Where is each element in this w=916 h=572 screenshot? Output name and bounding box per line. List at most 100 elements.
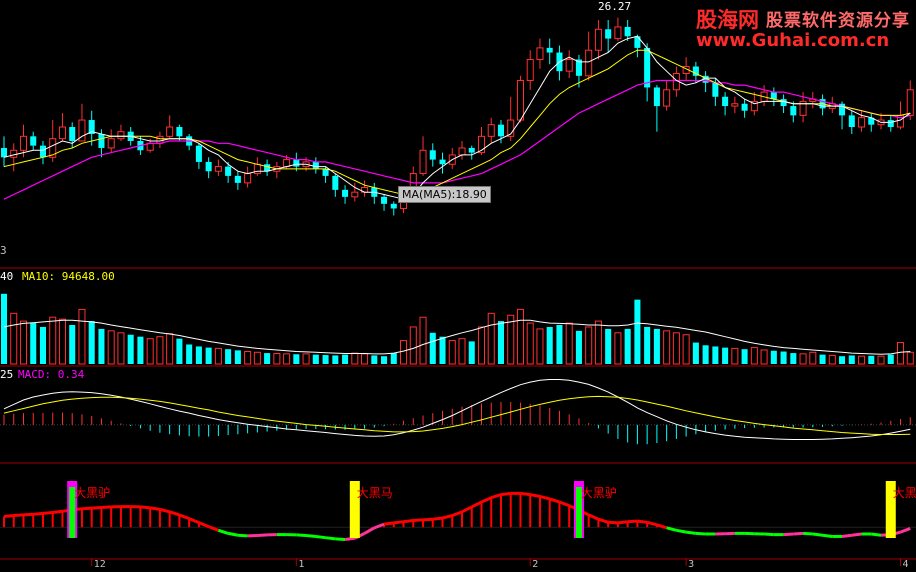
volume-bar xyxy=(225,349,232,364)
volume-bar xyxy=(858,355,866,365)
macd-left-label: 25 xyxy=(0,368,14,381)
candle-body xyxy=(351,191,359,198)
candle-body xyxy=(322,168,329,176)
candle-body xyxy=(19,135,28,151)
indicator-curve-segment xyxy=(325,536,336,541)
volume-bar xyxy=(799,353,807,365)
volume-bar xyxy=(156,336,164,365)
indicator-curve-segment xyxy=(480,496,492,504)
volume-bar xyxy=(819,354,826,364)
indicator-curve-segment xyxy=(91,506,102,510)
candle-body xyxy=(458,147,466,156)
indicator-curve-segment xyxy=(296,533,307,538)
candle-body xyxy=(312,161,319,169)
volume-bar xyxy=(409,326,417,365)
candle-body xyxy=(526,59,534,81)
volume-bar xyxy=(624,328,631,364)
volume-bar xyxy=(556,325,563,364)
indicator-curve-segment xyxy=(432,516,443,521)
indicator-curve-segment xyxy=(783,532,794,537)
candle-body xyxy=(58,126,66,140)
volume-bar xyxy=(10,312,18,365)
indicator-curve-segment xyxy=(315,534,326,540)
volume-bar xyxy=(653,328,660,364)
candle-body xyxy=(214,166,222,172)
indicator-curve-segment xyxy=(451,510,463,517)
volume-bar xyxy=(176,338,183,364)
indicator-curve-segment xyxy=(363,526,376,535)
indicator-curve-segment xyxy=(871,532,882,537)
volume-bar xyxy=(536,328,544,365)
volume-bar xyxy=(107,330,115,365)
volume-bar xyxy=(312,354,319,364)
candle-body xyxy=(332,175,339,190)
ma10-line xyxy=(3,49,911,195)
candle-body xyxy=(39,145,46,158)
ma-tooltip: MA(MA5):18.90 xyxy=(398,186,491,203)
indicator-curve-segment xyxy=(169,510,180,517)
indicator-curve-segment xyxy=(608,520,619,525)
indicator-curve-segment xyxy=(403,518,414,524)
volume-bar xyxy=(293,354,300,364)
candle-body xyxy=(117,131,125,140)
volume-bar xyxy=(0,293,8,364)
volume-bar xyxy=(672,332,680,365)
candle-body xyxy=(176,127,183,137)
volume-bar xyxy=(19,320,28,365)
candle-body xyxy=(858,117,866,128)
volume-bar xyxy=(244,351,252,365)
volume-bar xyxy=(439,336,446,364)
volume-bar xyxy=(146,338,154,365)
signal-label: 大黑马 xyxy=(356,486,393,500)
x-tick-label: 4 xyxy=(902,559,909,570)
volume-bar xyxy=(283,353,291,365)
volume-bar xyxy=(351,352,359,365)
candle-body xyxy=(624,26,631,37)
indicator-curve-segment xyxy=(500,491,511,497)
volume-bar xyxy=(186,344,193,364)
candle-body xyxy=(166,126,174,137)
volume-bar xyxy=(78,308,86,365)
brand-url: www.Guhai.com.cn xyxy=(696,30,890,51)
volume-bar xyxy=(400,340,408,365)
volume-bar xyxy=(839,356,846,364)
indicator-curve-segment xyxy=(344,536,355,542)
candle-body xyxy=(594,28,602,51)
macd-value-label: MACD: 0.34 xyxy=(18,368,85,381)
candle-body xyxy=(585,49,593,77)
volume-bar xyxy=(273,352,281,365)
indicator-curve-segment xyxy=(695,531,706,536)
indicator-curve-segment xyxy=(597,517,609,524)
candle-body xyxy=(429,150,436,160)
indicator-curve-segment xyxy=(627,519,638,524)
candle-body xyxy=(69,127,76,141)
candle-body xyxy=(605,29,612,39)
volume-bar xyxy=(585,326,593,365)
indicator-curve-segment xyxy=(676,528,687,534)
candle-body xyxy=(381,196,388,204)
indicator-curve-segment xyxy=(617,520,628,525)
indicator-curve-segment xyxy=(822,533,833,538)
macd-panel xyxy=(0,379,916,445)
volume-bar xyxy=(448,340,456,365)
candle-body xyxy=(614,26,622,40)
candle-body xyxy=(342,189,349,197)
volume-bar xyxy=(390,353,397,364)
indicator-curve-segment xyxy=(812,532,823,537)
candle-body xyxy=(634,36,641,48)
candle-body xyxy=(487,124,495,137)
candle-body xyxy=(770,92,777,100)
indicator-curve-segment xyxy=(159,507,171,514)
volume-bar xyxy=(468,341,475,364)
candle-body xyxy=(565,59,573,72)
indicator-curve-segment xyxy=(539,495,551,501)
volume-bar xyxy=(780,351,787,364)
volume-bar xyxy=(760,349,768,365)
indicator-curve-segment xyxy=(549,497,560,504)
volume-bar xyxy=(166,333,174,365)
volume-bar xyxy=(712,346,719,364)
volume-bar xyxy=(127,334,134,364)
volume-bar xyxy=(750,347,758,365)
volume-bar xyxy=(770,350,777,364)
volume-bar xyxy=(516,308,524,365)
